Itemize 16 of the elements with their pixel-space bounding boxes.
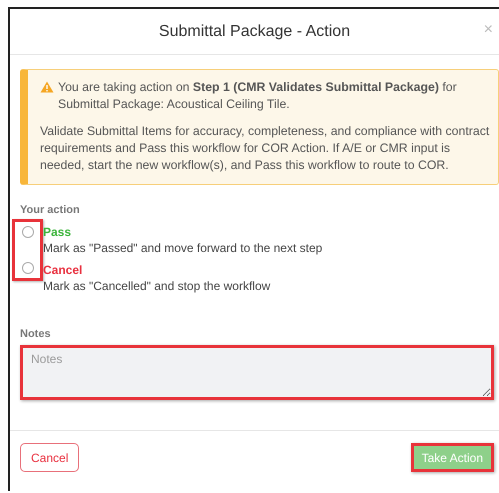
alert-message: You are taking action on Step 1 (CMR Validates Submittal Package) for Submittal Package: Acoustical Ceiling Tile. (58, 79, 458, 113)
cancel-button[interactable]: Cancel (20, 443, 80, 472)
option-label: Pass (43, 225, 72, 240)
option-description: Mark as "Cancelled" and stop the workflow (43, 278, 272, 295)
radio-button[interactable] (22, 226, 34, 238)
option-description: Mark as "Passed" and move forward to the next step (43, 240, 322, 257)
take-action-button[interactable]: Take Action (410, 443, 494, 472)
alert-instructions: Validate Submittal Items for accuracy, completeness, and compliance with contract requirements and Pass this workflow for COR Action. If A/E or CMR input is needed, start the new workflow(s), and Pass this workflow to route to COR. (40, 123, 490, 174)
option-label: Cancel (43, 263, 84, 278)
dialog-title: Submittal Package - Action (158, 22, 350, 40)
radio-button[interactable] (22, 262, 34, 274)
notes-label: Notes (20, 328, 52, 340)
close-button[interactable]: × (480, 21, 497, 39)
warning-icon (40, 81, 54, 93)
section-label: Your action (20, 204, 81, 216)
notes-field[interactable]: Notes (20, 345, 494, 400)
